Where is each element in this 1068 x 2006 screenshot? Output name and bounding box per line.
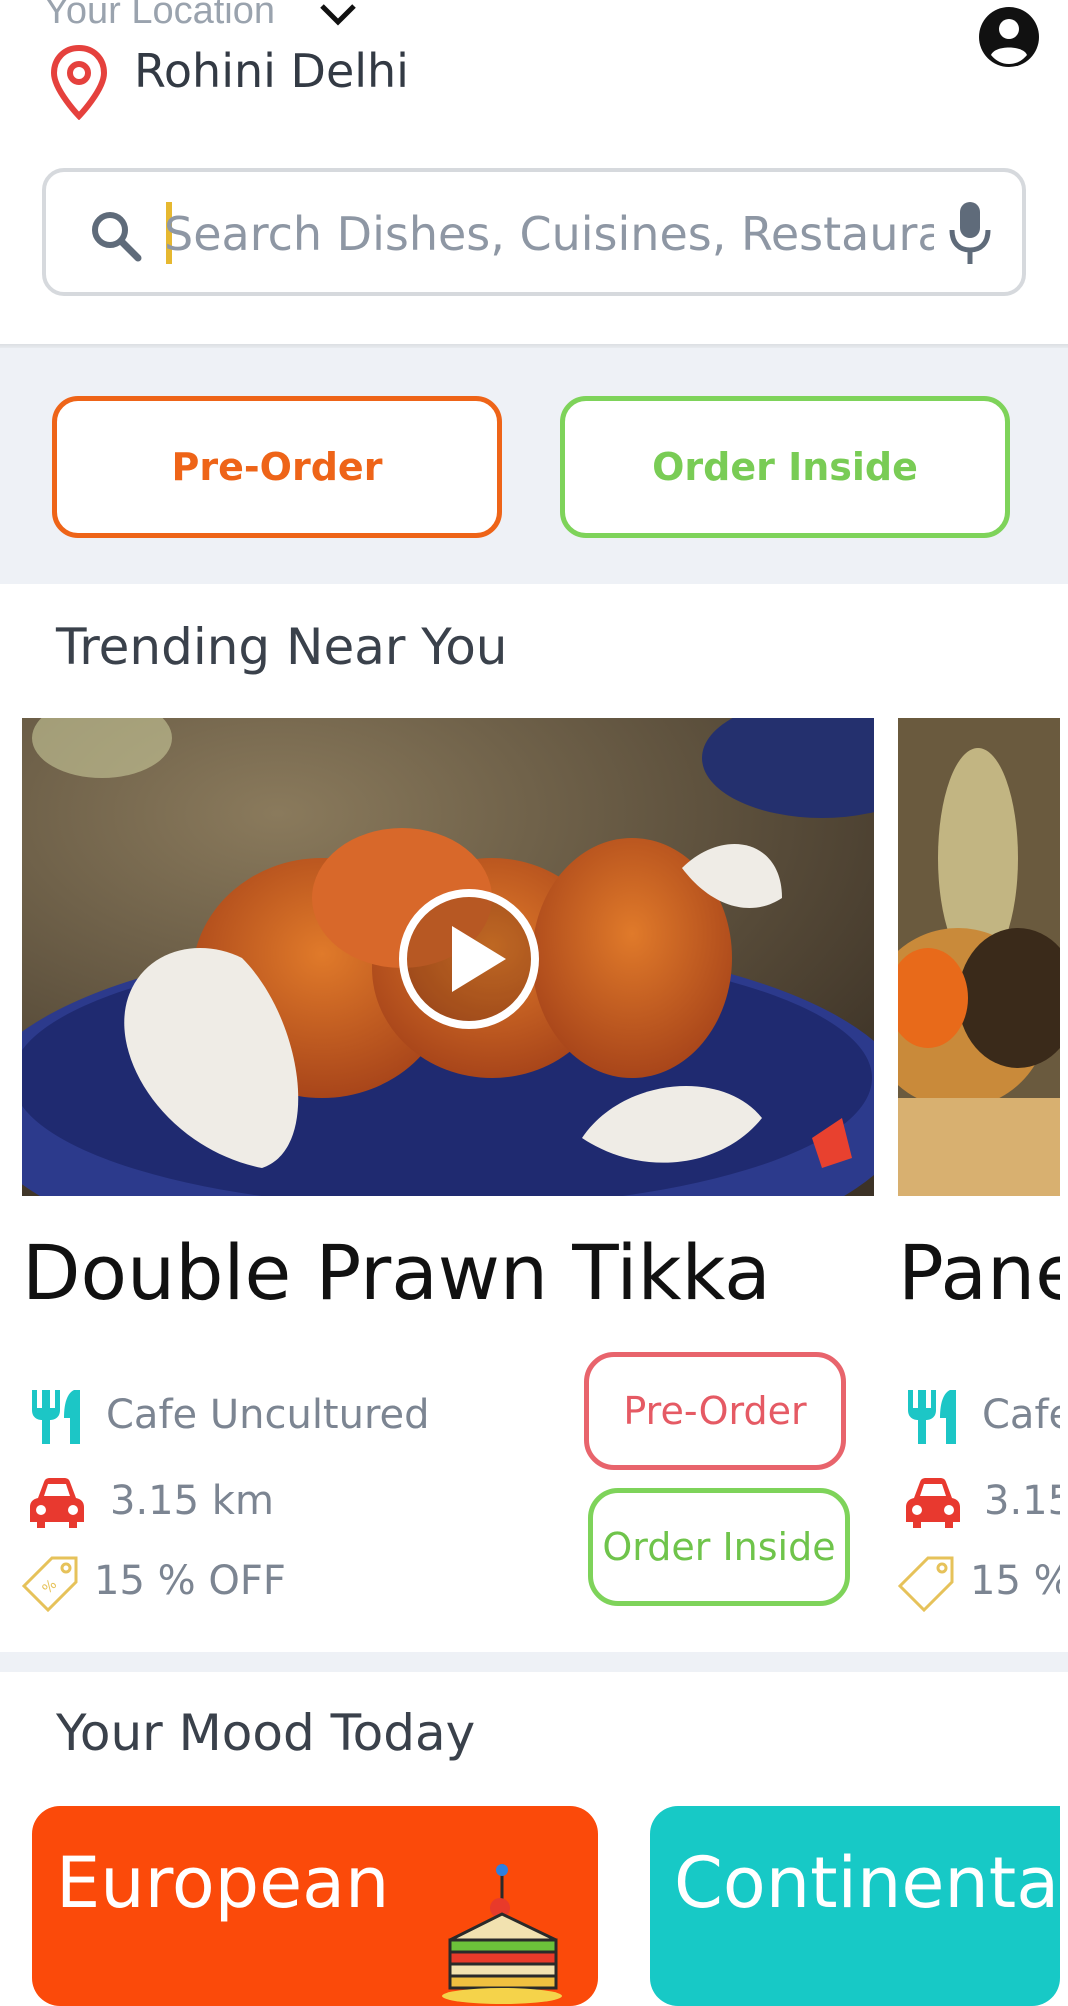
tag-icon: % — [22, 1556, 78, 1612]
fork-knife-icon — [908, 1390, 956, 1444]
dish-name-2[interactable]: Pane — [898, 1228, 1060, 1317]
car-icon — [30, 1478, 84, 1528]
restaurant-name: Cafe Uncultured — [106, 1392, 430, 1438]
location-city[interactable]: Rohini Delhi — [134, 44, 409, 98]
mood-card-continental[interactable]: Continental — [650, 1806, 1060, 2006]
car-icon — [906, 1478, 960, 1528]
fork-knife-icon — [32, 1390, 80, 1444]
search-input[interactable] — [164, 194, 934, 274]
location-label: Your Location — [44, 0, 276, 32]
pre-order-button[interactable]: Pre-Order — [52, 396, 502, 538]
location-pin-icon — [50, 44, 108, 120]
mood-card-european[interactable]: European — [32, 1806, 598, 2006]
dish-video-thumbnail[interactable] — [22, 718, 874, 1196]
mic-icon[interactable] — [944, 200, 996, 266]
search-icon — [92, 212, 142, 262]
card-order-inside-button[interactable]: Order Inside — [588, 1488, 850, 1606]
order-inside-button[interactable]: Order Inside — [560, 396, 1010, 538]
restaurant-name-2: Cafe — [982, 1392, 1060, 1438]
play-icon[interactable] — [396, 886, 542, 1032]
trending-title: Trending Near You — [56, 618, 508, 676]
card-pre-order-button[interactable]: Pre-Order — [584, 1352, 846, 1470]
sandwich-icon — [442, 1864, 562, 2004]
offer: 15 % OFF — [94, 1558, 286, 1604]
mood-title: Your Mood Today — [56, 1704, 476, 1762]
mood-label-2: Continental — [674, 1842, 1060, 1924]
dish-photo-2 — [898, 718, 1060, 1196]
mood-label: European — [56, 1842, 390, 1924]
dish-name[interactable]: Double Prawn Tikka — [22, 1228, 771, 1317]
dish-thumbnail-2[interactable] — [898, 718, 1060, 1196]
offer-2: 15 % — [970, 1558, 1060, 1604]
account-icon[interactable] — [978, 6, 1040, 68]
distance-2: 3.15 — [984, 1478, 1060, 1524]
distance: 3.15 km — [110, 1478, 274, 1524]
search-bar[interactable] — [42, 168, 1026, 296]
svg-text:%: % — [40, 1577, 61, 1598]
card-2-meta: Cafe 3.15 15 % — [898, 1380, 1060, 1630]
tag-icon — [898, 1556, 954, 1612]
chevron-down-icon[interactable] — [318, 0, 358, 30]
section-divider — [0, 1652, 1068, 1672]
